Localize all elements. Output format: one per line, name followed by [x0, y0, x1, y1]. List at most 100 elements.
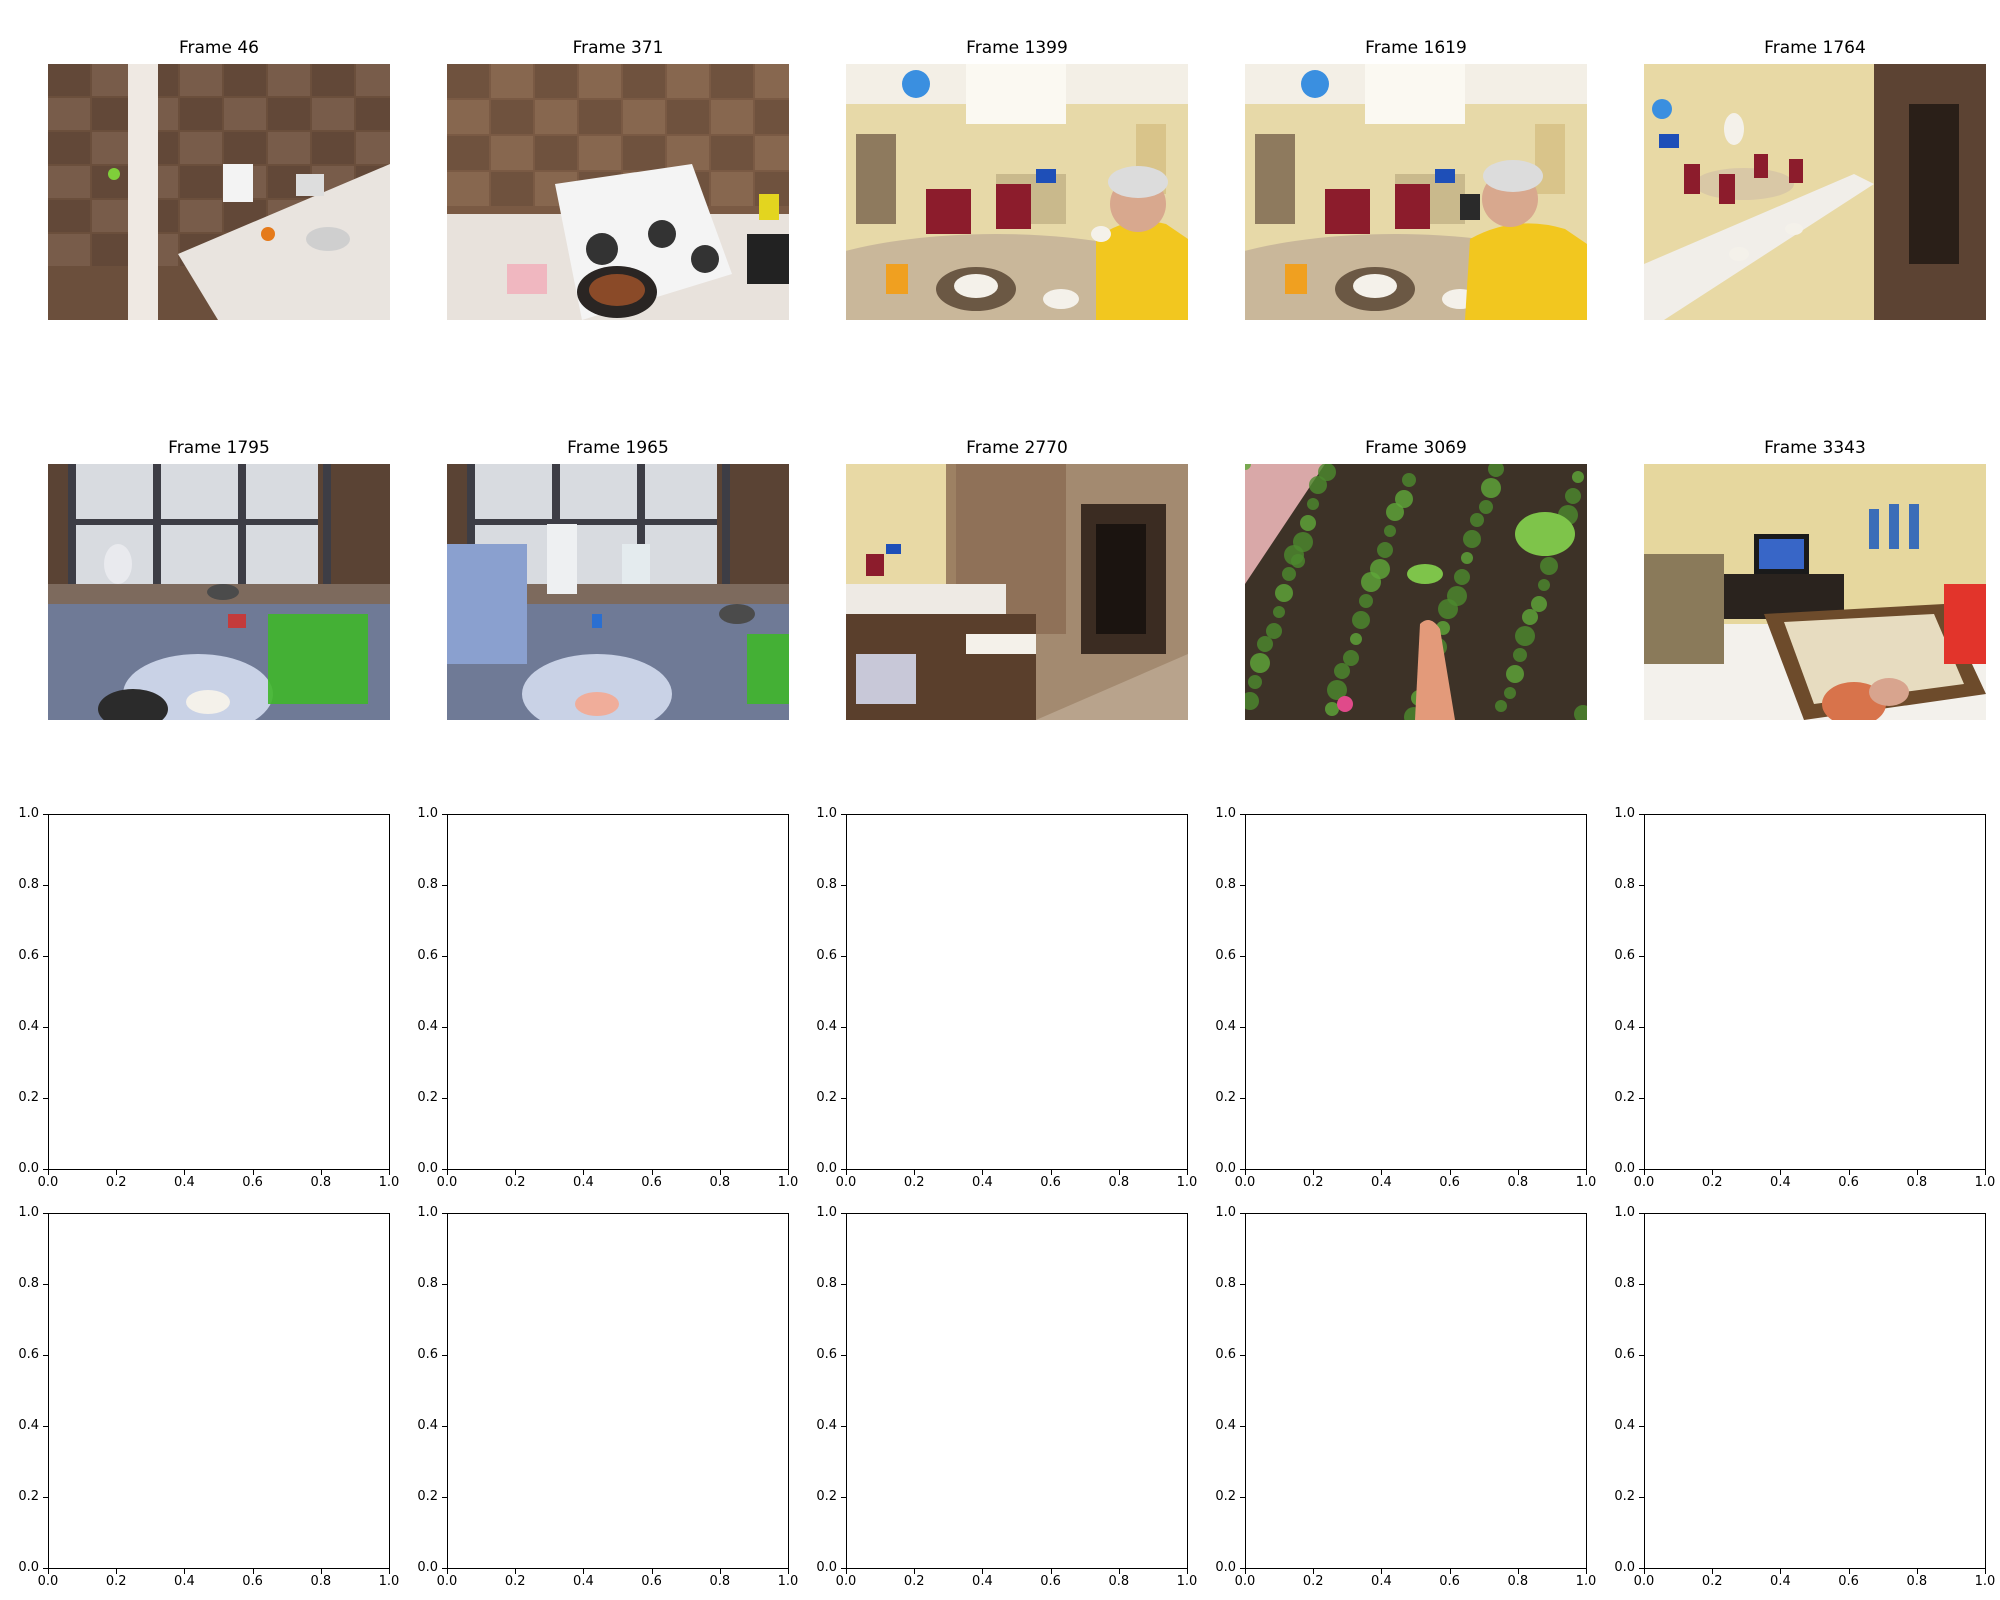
x-tick-label: 0.0 [835, 1175, 857, 1190]
y-tick-label: 0.8 [816, 877, 837, 892]
x-tick-label: 0.2 [504, 1574, 526, 1589]
y-tick-label: 1.0 [18, 1205, 39, 1220]
empty-axes [1245, 1213, 1587, 1569]
x-tick-label: 0.2 [1701, 1175, 1723, 1190]
y-tick-mark [841, 1355, 846, 1356]
x-tick-label: 0.0 [37, 1175, 59, 1190]
empty-axes [1644, 1213, 1986, 1569]
x-tick-label: 0.8 [310, 1175, 332, 1190]
y-tick-label: 0.6 [1215, 1347, 1236, 1362]
x-tick-label: 0.8 [1906, 1574, 1928, 1589]
x-tick-label: 0.6 [641, 1574, 662, 1589]
frame-thumbnail [1245, 464, 1587, 720]
x-tick-label: 0.8 [1507, 1175, 1529, 1190]
y-tick-label: 0.2 [816, 1489, 837, 1504]
y-tick-label: 0.4 [816, 1418, 837, 1433]
x-tick-label: 0.4 [972, 1175, 993, 1190]
y-tick-mark [442, 1213, 447, 1214]
y-tick-mark [43, 1355, 48, 1356]
x-tick-label: 1.0 [777, 1175, 799, 1190]
y-tick-label: 0.2 [417, 1090, 438, 1105]
y-tick-label: 0.2 [18, 1090, 39, 1105]
y-tick-mark [1639, 1169, 1644, 1170]
y-tick-mark [841, 1568, 846, 1569]
empty-axes [48, 814, 390, 1170]
empty-axes [447, 814, 789, 1170]
y-tick-mark [1240, 1284, 1245, 1285]
y-tick-label: 0.6 [816, 1347, 837, 1362]
x-tick-label: 0.6 [242, 1574, 263, 1589]
y-tick-mark [43, 1213, 48, 1214]
y-tick-mark [43, 1027, 48, 1028]
y-tick-mark [1639, 1355, 1644, 1356]
y-tick-label: 0.0 [417, 1161, 438, 1176]
x-tick-label: 0.0 [436, 1574, 458, 1589]
x-tick-label: 0.2 [1701, 1574, 1723, 1589]
frame-title: Frame 1795 [168, 438, 270, 458]
y-tick-label: 1.0 [816, 806, 837, 821]
y-tick-label: 1.0 [816, 1205, 837, 1220]
x-tick-label: 0.2 [1302, 1574, 1324, 1589]
x-tick-label: 1.0 [1176, 1574, 1198, 1589]
x-tick-label: 0.0 [835, 1574, 857, 1589]
x-tick-label: 0.6 [1439, 1175, 1460, 1190]
y-tick-mark [1639, 1284, 1644, 1285]
y-tick-mark [841, 1169, 846, 1170]
frame-title: Frame 1764 [1764, 38, 1866, 58]
y-tick-mark [43, 1426, 48, 1427]
y-tick-mark [1639, 956, 1644, 957]
y-tick-mark [442, 1355, 447, 1356]
y-tick-label: 0.6 [417, 948, 438, 963]
x-tick-label: 0.8 [709, 1574, 731, 1589]
x-tick-label: 0.2 [504, 1175, 526, 1190]
x-tick-label: 0.4 [972, 1574, 993, 1589]
y-tick-mark [841, 1497, 846, 1498]
frame-thumbnail [1644, 64, 1986, 320]
y-tick-label: 0.2 [18, 1489, 39, 1504]
y-tick-mark [841, 1284, 846, 1285]
frame-title: Frame 1965 [567, 438, 669, 458]
y-tick-mark [43, 956, 48, 957]
y-tick-label: 0.6 [1614, 1347, 1635, 1362]
frame-thumbnail [846, 464, 1188, 720]
y-tick-mark [1240, 1027, 1245, 1028]
frame-title: Frame 2770 [966, 438, 1068, 458]
x-tick-label: 1.0 [1575, 1175, 1597, 1190]
y-tick-mark [1240, 1098, 1245, 1099]
x-tick-label: 0.0 [37, 1574, 59, 1589]
frame-title: Frame 3343 [1764, 438, 1866, 458]
x-tick-label: 0.0 [1633, 1574, 1655, 1589]
frame-thumbnail [48, 464, 390, 720]
y-tick-mark [1240, 1355, 1245, 1356]
y-tick-label: 0.8 [417, 1276, 438, 1291]
y-tick-label: 0.2 [1215, 1090, 1236, 1105]
x-tick-label: 0.8 [310, 1574, 332, 1589]
y-tick-label: 0.4 [18, 1418, 39, 1433]
x-tick-label: 0.2 [1302, 1175, 1324, 1190]
empty-axes [447, 1213, 789, 1569]
y-tick-label: 1.0 [18, 806, 39, 821]
x-tick-label: 0.2 [105, 1175, 127, 1190]
x-tick-label: 0.6 [1040, 1175, 1061, 1190]
frame-thumbnail [1644, 464, 1986, 720]
x-tick-label: 0.8 [1108, 1175, 1130, 1190]
x-tick-label: 0.4 [1371, 1175, 1392, 1190]
y-tick-label: 0.4 [1614, 1019, 1635, 1034]
y-tick-mark [1240, 814, 1245, 815]
x-tick-label: 0.4 [1770, 1175, 1791, 1190]
y-tick-mark [1639, 1426, 1644, 1427]
x-tick-label: 0.2 [903, 1175, 925, 1190]
y-tick-label: 0.8 [417, 877, 438, 892]
y-tick-label: 0.6 [816, 948, 837, 963]
y-tick-mark [442, 885, 447, 886]
empty-axes [1644, 814, 1986, 1170]
frame-thumbnail [48, 64, 390, 320]
y-tick-label: 0.0 [417, 1560, 438, 1575]
x-tick-label: 1.0 [378, 1175, 400, 1190]
x-tick-label: 0.4 [1371, 1574, 1392, 1589]
x-tick-label: 1.0 [1575, 1574, 1597, 1589]
x-tick-label: 0.2 [903, 1574, 925, 1589]
x-tick-label: 0.4 [573, 1574, 594, 1589]
x-tick-label: 0.0 [1234, 1175, 1256, 1190]
y-tick-mark [43, 814, 48, 815]
